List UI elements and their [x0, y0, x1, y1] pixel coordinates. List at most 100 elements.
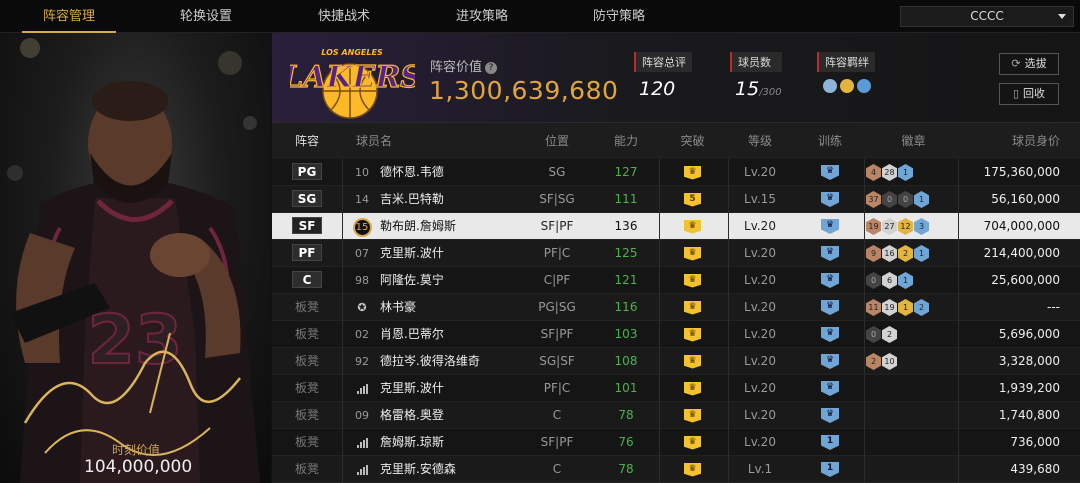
lineup-slot[interactable]: 板凳 [272, 429, 342, 456]
crown-icon: 5 [684, 192, 701, 207]
player-level: Lv.20 [744, 435, 776, 449]
training-cell[interactable]: 1 [800, 456, 860, 483]
team-logo-city: LOS ANGELES [321, 48, 383, 57]
breakthrough-cell[interactable]: ♛ [660, 348, 725, 375]
lineup-slot[interactable]: 板凳 [272, 375, 342, 402]
bond-icon[interactable] [857, 79, 871, 93]
col-value: 球员身价 [1011, 134, 1060, 148]
training-cell[interactable]: ♛ [800, 375, 860, 402]
bench-label: 板凳 [294, 327, 319, 341]
help-icon[interactable]: ? [485, 62, 498, 74]
training-cell[interactable]: ♛ [800, 294, 860, 321]
recycle-button[interactable]: ▯ 回收 [999, 83, 1059, 105]
lineup-slot[interactable]: PG [272, 159, 342, 186]
lineup-slot[interactable]: 板凳 [272, 294, 342, 321]
team-dropdown[interactable]: CCCC [900, 6, 1074, 27]
tab-lineup-management[interactable]: 阵容管理 [14, 0, 124, 33]
badges-cell[interactable]: 061 [866, 267, 961, 294]
breakthrough-cell[interactable]: ♛ [660, 402, 725, 429]
lineup-slot[interactable]: SG [272, 186, 342, 213]
badges-cell[interactable]: 11 19 1 2 [866, 294, 961, 321]
lineup-slot[interactable]: C [272, 267, 342, 294]
badges-cell[interactable] [866, 429, 961, 456]
player-name[interactable]: 德拉岑.彼得洛维奇 [380, 348, 530, 375]
player-name[interactable]: 克里斯.波什 [380, 375, 530, 402]
player-name[interactable]: 吉米.巴特勒 [380, 186, 530, 213]
badges-cell[interactable]: 2 10 [866, 348, 961, 375]
tab-quick-tactics[interactable]: 快捷战术 [289, 0, 399, 33]
training-cell[interactable]: ♛ [800, 402, 860, 429]
breakthrough-cell[interactable]: ♛ [660, 267, 725, 294]
bond-icon[interactable] [823, 79, 837, 93]
training-cell[interactable]: ♛ [800, 321, 860, 348]
col-badges: 徽章 [901, 134, 926, 148]
training-cell[interactable]: ♛ [800, 213, 860, 240]
badge-hex-icon: 0 [898, 191, 913, 208]
breakthrough-cell[interactable]: 5 [660, 186, 725, 213]
badge-hex-icon: 0 [866, 272, 881, 289]
table-header: 阵容 球员名 位置 能力 突破 等级 训练 徽章 球员身价 [272, 123, 1080, 159]
tab-offense-strategy[interactable]: 进攻策略 [427, 0, 537, 33]
player-name[interactable]: 德怀恩.韦德 [380, 159, 530, 186]
player-name[interactable]: 林书豪 [380, 294, 530, 321]
badges-cell[interactable]: 4 28 1 [866, 159, 961, 186]
star-icon: ✪ [357, 301, 367, 314]
badges-cell[interactable]: 37 0 0 1 [866, 186, 961, 213]
lineup-slot[interactable]: PF [272, 240, 342, 267]
badges-cell[interactable] [866, 402, 961, 429]
divider [958, 159, 959, 483]
tab-rotation-settings[interactable]: 轮换设置 [151, 0, 261, 33]
crown-icon: ♛ [684, 462, 701, 477]
breakthrough-cell[interactable]: ♛ [660, 159, 725, 186]
player-ovr: 116 [614, 300, 638, 314]
player-name[interactable]: 阿隆佐.莫宁 [380, 267, 530, 294]
badges-cell[interactable]: 02 [866, 321, 961, 348]
breakthrough-cell[interactable]: ♛ [660, 213, 725, 240]
player-card[interactable]: 23 时刻价值 104,000,000 [0, 33, 271, 483]
player-level: Lv.20 [744, 300, 776, 314]
lineup-slot[interactable]: 板凳 [272, 321, 342, 348]
player-position: PG|SG [538, 300, 576, 314]
player-name[interactable]: 勒布朗.詹姆斯 [380, 213, 530, 240]
player-name[interactable]: 克里斯.波什 [380, 240, 530, 267]
player-value: 3,328,000 [998, 354, 1060, 368]
select-button[interactable]: ⟳ 选拔 [999, 53, 1059, 75]
player-number-cell [350, 429, 374, 456]
breakthrough-cell[interactable]: ♛ [660, 375, 725, 402]
player-name[interactable]: 格雷格.奥登 [380, 402, 530, 429]
badge-hex-icon: 1 [914, 245, 929, 262]
badges-cell[interactable] [866, 456, 961, 483]
player-name[interactable]: 肖恩.巴蒂尔 [380, 321, 530, 348]
training-shield-icon: ♛ [821, 381, 839, 396]
player-number-cell: ✪ [350, 294, 374, 321]
training-cell[interactable]: ♛ [800, 186, 860, 213]
bond-icon[interactable] [840, 79, 854, 93]
breakthrough-cell[interactable]: ♛ [660, 456, 725, 483]
lineup-slot[interactable]: 板凳 [272, 456, 342, 483]
tab-defense-strategy[interactable]: 防守策略 [564, 0, 674, 33]
badge-hex-icon: 2 [914, 299, 929, 316]
badges-cell[interactable]: 9 16 2 1 [866, 240, 961, 267]
player-name[interactable]: 詹姆斯.琼斯 [380, 429, 530, 456]
training-cell[interactable]: ♛ [800, 267, 860, 294]
crown-icon: ♛ [684, 165, 701, 180]
lineup-slot[interactable]: 板凳 [272, 402, 342, 429]
badges-cell[interactable] [866, 375, 961, 402]
jersey-number: 92 [355, 355, 369, 368]
breakthrough-cell[interactable]: ♛ [660, 240, 725, 267]
breakthrough-cell[interactable]: ♛ [660, 321, 725, 348]
training-cell[interactable]: ♛ [800, 240, 860, 267]
divider [342, 159, 343, 483]
training-cell[interactable]: ♛ [800, 348, 860, 375]
player-level: Lv.20 [744, 327, 776, 341]
breakthrough-cell[interactable]: ♛ [660, 294, 725, 321]
badge-hex-icon: 12 [898, 218, 913, 235]
lineup-slot[interactable]: 板凳 [272, 348, 342, 375]
training-cell[interactable]: ♛ [800, 159, 860, 186]
breakthrough-cell[interactable]: ♛ [660, 429, 725, 456]
lineup-slot[interactable]: SF [272, 213, 342, 240]
training-cell[interactable]: 1 [800, 429, 860, 456]
team-dropdown-value: CCCC [970, 9, 1004, 23]
player-name[interactable]: 克里斯.安德森 [380, 456, 530, 483]
badges-cell[interactable]: 19 27 12 3 [866, 213, 961, 240]
